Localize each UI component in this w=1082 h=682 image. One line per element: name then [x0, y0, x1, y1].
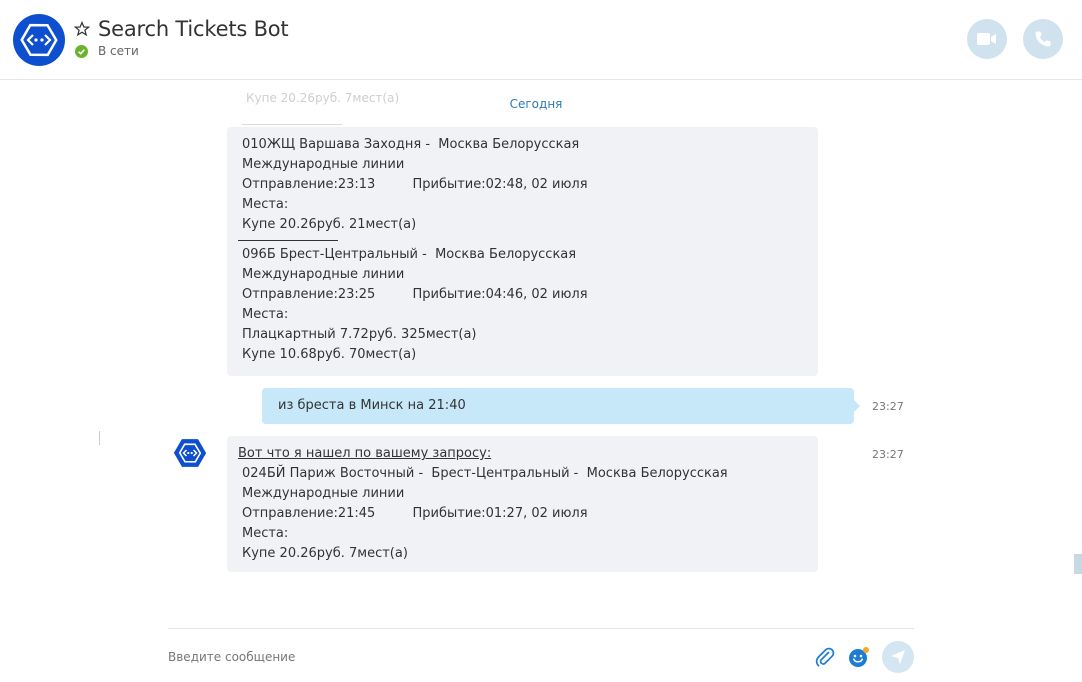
- train-category: Международные линии: [242, 267, 405, 282]
- bubble-tail: [853, 399, 860, 413]
- conversation[interactable]: Купе 20.26руб. 7мест(а) Сегодня 010ЖЩ Ва…: [0, 81, 1082, 626]
- seats-label: Места:: [242, 307, 289, 322]
- paperclip-icon[interactable]: [814, 646, 836, 668]
- train-schedule: Отправление:23:13 Прибытие:02:48, 02 июл…: [242, 177, 588, 192]
- message-composer: [168, 628, 914, 682]
- scrollbar-thumb[interactable]: [1074, 554, 1082, 574]
- message-input[interactable]: [168, 647, 788, 667]
- response-intro: Вот что я нашел по вашему запросу:: [238, 446, 492, 461]
- emoji-icon[interactable]: [848, 646, 870, 668]
- phone-call-icon: [1035, 31, 1051, 47]
- seat-offer: Купе 10.68руб. 70мест(а): [242, 347, 417, 362]
- send-button[interactable]: [882, 641, 914, 673]
- bot-avatar[interactable]: [13, 14, 65, 66]
- outgoing-message-bubble[interactable]: из бреста в Минск на 21:40: [262, 388, 854, 424]
- bot-message-avatar[interactable]: [172, 435, 208, 471]
- seat-offer: Купе 20.26руб. 7мест(а): [242, 546, 408, 561]
- train-schedule: Отправление:21:45 Прибытие:01:27, 02 июл…: [242, 506, 588, 521]
- seat-offer: Плацкартный 7.72руб. 325мест(а): [242, 327, 477, 342]
- seat-offer: Купе 20.26руб. 21мест(а): [242, 217, 417, 232]
- train-route: 024БЙ Париж Восточный - Брест-Центральны…: [242, 466, 728, 481]
- text-cursor: [99, 431, 100, 445]
- train-schedule: Отправление:23:25 Прибытие:04:46, 02 июл…: [242, 287, 588, 302]
- incoming-message-bubble[interactable]: 010ЖЩ Варшава Заходня - Москва Белорусск…: [227, 127, 818, 376]
- presence-status: В сети: [75, 44, 139, 58]
- message-timestamp: 23:27: [872, 448, 904, 461]
- incoming-message-bubble[interactable]: Вот что я нашел по вашему запросу: 024БЙ…: [227, 436, 818, 572]
- video-call-button[interactable]: [967, 19, 1007, 59]
- online-check-icon: [75, 44, 88, 58]
- audio-call-button[interactable]: [1023, 19, 1063, 59]
- contact-name: Search Tickets Bot: [98, 17, 289, 41]
- message-timestamp: 23:27: [872, 400, 904, 413]
- seats-label: Места:: [242, 526, 289, 541]
- title-row: Search Tickets Bot: [74, 15, 289, 43]
- train-category: Международные линии: [242, 486, 405, 501]
- day-separator: Сегодня: [509, 97, 563, 111]
- result-separator: [238, 235, 338, 241]
- send-icon: [891, 650, 905, 664]
- video-call-icon: [977, 33, 996, 45]
- faded-separator: [242, 124, 342, 125]
- train-route: 096Б Брест-Центральный - Москва Белорусс…: [242, 247, 577, 262]
- train-route: 010ЖЩ Варшава Заходня - Москва Белорусск…: [242, 137, 580, 152]
- seats-label: Места:: [242, 197, 289, 212]
- status-label: В сети: [98, 44, 139, 58]
- star-outline-icon[interactable]: [74, 21, 90, 37]
- chat-header: Search Tickets Bot В сети: [0, 0, 1082, 80]
- train-category: Международные линии: [242, 157, 405, 172]
